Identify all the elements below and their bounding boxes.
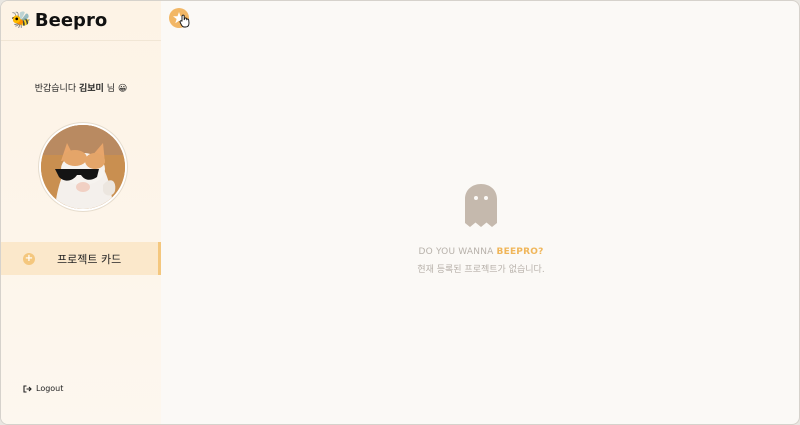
avatar <box>39 123 127 211</box>
greeting-prefix: 반갑습니다 <box>34 84 77 94</box>
cat-with-sunglasses-image <box>41 125 125 209</box>
bee-icon: 🐝 <box>11 10 31 29</box>
divider <box>1 40 161 41</box>
empty-state: DO YOU WANNA BEEPRO? 현재 등록된 프로젝트가 없습니다. <box>381 183 581 275</box>
app-window: 🐝 Beepro 반갑습니다 김보미 님 😀 + 프로젝트 카드 Logout … <box>0 0 800 425</box>
greeting-suffix: 님 <box>106 84 115 94</box>
user-name: 김보미 <box>79 84 104 94</box>
sidebar-item-label: 프로젝트 카드 <box>57 253 122 266</box>
smile-emoji-icon: 😀 <box>117 84 128 94</box>
brand-name: Beepro <box>34 9 108 31</box>
logout-label: Logout <box>36 384 64 393</box>
ghost-icon <box>465 184 497 227</box>
sign-out-icon <box>23 384 32 393</box>
star-button[interactable] <box>169 8 190 28</box>
sidebar: 🐝 Beepro 반갑습니다 김보미 님 😀 + 프로젝트 카드 Logout <box>1 1 161 424</box>
brand[interactable]: 🐝 Beepro <box>11 8 107 32</box>
empty-heading-prefix: DO YOU WANNA <box>418 247 494 257</box>
empty-state-message: 현재 등록된 프로젝트가 없습니다. <box>417 265 545 275</box>
empty-state-heading: DO YOU WANNA BEEPRO? <box>381 247 581 257</box>
active-indicator <box>158 242 161 275</box>
plus-circle-icon: + <box>23 253 35 265</box>
hand-cursor-icon <box>179 14 190 28</box>
empty-heading-accent: BEEPRO? <box>496 247 544 257</box>
greeting: 반갑습니다 김보미 님 😀 <box>1 81 161 94</box>
logout-button[interactable]: Logout <box>23 384 63 393</box>
sidebar-item-project-card[interactable]: + 프로젝트 카드 <box>1 242 161 275</box>
